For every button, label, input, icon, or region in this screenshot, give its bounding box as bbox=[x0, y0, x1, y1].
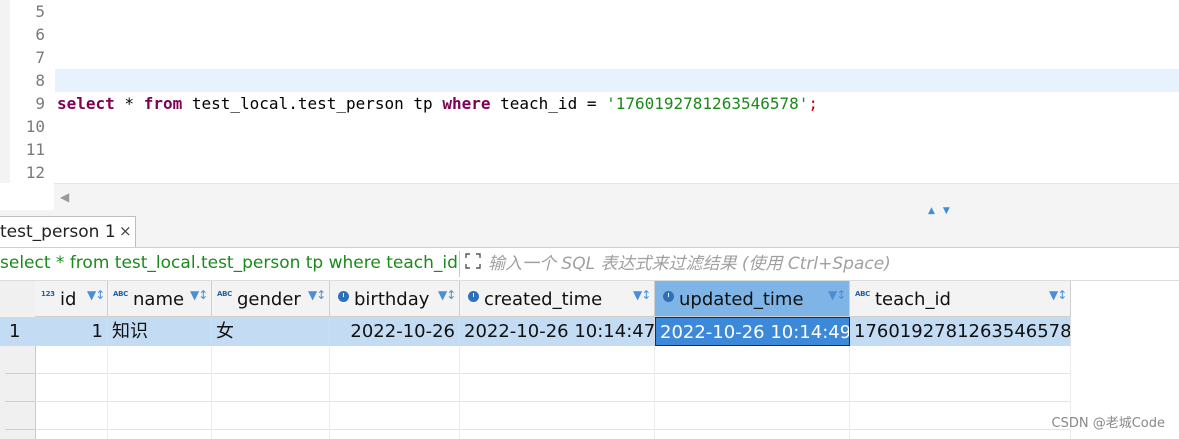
sql-star: * bbox=[114, 94, 144, 113]
horizontal-scrollbar[interactable]: ◀ bbox=[54, 183, 1179, 210]
expand-editor-icon[interactable] bbox=[464, 252, 482, 270]
column-header-label: created_time bbox=[484, 289, 603, 310]
line-number: 6 bbox=[35, 25, 45, 44]
filter-sort-icon[interactable]: ▼↕ bbox=[438, 288, 456, 302]
sql-table-name: test_local.test_person tp bbox=[182, 94, 443, 113]
column-gridline bbox=[211, 346, 212, 439]
row-divider bbox=[5, 401, 35, 402]
tab-label: test_person 1 bbox=[0, 222, 116, 242]
cell-gender[interactable]: 女 bbox=[212, 317, 330, 346]
collapse-arrows-icon[interactable]: ▲▼ bbox=[928, 206, 958, 216]
filter-sort-icon[interactable]: ▼↕ bbox=[87, 288, 105, 302]
watermark: CSDN @老城Code bbox=[1051, 416, 1165, 431]
tab-test-person-1[interactable]: test_person 1 × bbox=[0, 216, 136, 247]
filter-bar: select * from test_local.test_person tp … bbox=[0, 248, 1179, 281]
row-number-column: 1 bbox=[0, 281, 36, 439]
sql-string-literal: '1760192781263546578' bbox=[606, 94, 809, 113]
cell-name[interactable]: 知识 bbox=[108, 317, 212, 346]
results-tab-bar: test_person 1 × bbox=[0, 216, 1179, 248]
filter-sort-icon[interactable]: ▼↕ bbox=[1049, 288, 1067, 302]
filter-sort-icon[interactable]: ▼↕ bbox=[190, 288, 208, 302]
line-number: 9 bbox=[35, 94, 45, 113]
scroll-left-arrow-icon[interactable]: ◀ bbox=[60, 190, 69, 204]
column-header-label: id bbox=[60, 289, 77, 310]
column-header-name[interactable]: ABC name ▼↕ bbox=[108, 281, 212, 317]
column-header-label: gender bbox=[237, 289, 301, 310]
column-header-label: birthday bbox=[354, 289, 430, 310]
column-gridline bbox=[107, 346, 108, 439]
row-number[interactable]: 1 bbox=[9, 317, 20, 346]
column-header-gender[interactable]: ABC gender ▼↕ bbox=[212, 281, 330, 317]
editor-gutter bbox=[0, 0, 10, 183]
text-type-icon: ABC bbox=[217, 290, 232, 298]
query-preview: select * from test_local.test_person tp … bbox=[0, 253, 458, 273]
line-number: 12 bbox=[25, 163, 45, 182]
cell-updated-time[interactable]: 2022-10-26 10:14:49 bbox=[655, 317, 850, 346]
line-number: 10 bbox=[25, 117, 45, 136]
cell-teach-id[interactable]: 1760192781263546578 bbox=[850, 317, 1071, 346]
text-type-icon: ABC bbox=[855, 290, 870, 298]
sql-semicolon: ; bbox=[808, 94, 819, 113]
empty-row-line bbox=[35, 429, 1071, 430]
clock-icon bbox=[663, 291, 674, 302]
close-icon[interactable]: × bbox=[119, 222, 132, 240]
column-header-birthday[interactable]: birthday ▼↕ bbox=[330, 281, 460, 317]
filter-sort-icon[interactable]: ▼↕ bbox=[308, 288, 326, 302]
sql-editor[interactable]: 5 6 7 8 9 10 11 12 select * from test_lo… bbox=[0, 0, 1179, 210]
column-header-label: updated_time bbox=[679, 289, 804, 310]
column-header-updated-time[interactable]: updated_time ▼↕ bbox=[655, 281, 850, 317]
sql-keyword-select: select bbox=[57, 94, 115, 113]
cell-birthday[interactable]: 2022-10-26 bbox=[330, 317, 460, 346]
empty-row-line bbox=[35, 401, 1071, 402]
clock-icon bbox=[468, 291, 479, 302]
column-header-teach-id[interactable]: ABC teach_id ▼↕ bbox=[850, 281, 1071, 317]
row-divider bbox=[5, 429, 35, 430]
filter-divider bbox=[459, 251, 460, 277]
text-type-icon: ABC bbox=[113, 290, 128, 298]
column-header-created-time[interactable]: created_time ▼↕ bbox=[460, 281, 655, 317]
filter-sort-icon[interactable]: ▼↕ bbox=[828, 288, 846, 302]
column-header-id[interactable]: 123 id ▼↕ bbox=[35, 281, 108, 317]
filter-expression-input[interactable] bbox=[486, 251, 1170, 277]
result-grid[interactable]: 1 123 id ▼↕ ABC name ▼↕ ABC gender ▼↕ bi… bbox=[0, 281, 1179, 439]
sql-statement-line[interactable]: select * from test_local.test_person tp … bbox=[57, 92, 818, 115]
column-gridline bbox=[654, 346, 655, 439]
sql-condition: teach_id = bbox=[490, 94, 607, 113]
sql-keyword-where: where bbox=[442, 94, 491, 113]
row-divider bbox=[5, 373, 35, 374]
numeric-type-icon: 123 bbox=[41, 290, 55, 298]
line-number: 11 bbox=[25, 140, 45, 159]
column-gridline bbox=[849, 346, 850, 439]
line-number: 7 bbox=[35, 48, 45, 67]
column-gridline bbox=[329, 346, 330, 439]
empty-row-line bbox=[35, 373, 1071, 374]
column-gridline bbox=[459, 346, 460, 439]
line-number: 8 bbox=[35, 71, 45, 90]
line-number: 5 bbox=[35, 2, 45, 21]
sql-keyword-from: from bbox=[143, 94, 183, 113]
filter-sort-icon[interactable]: ▼↕ bbox=[633, 288, 651, 302]
column-header-label: name bbox=[133, 289, 185, 310]
clock-icon bbox=[338, 291, 349, 302]
cell-id[interactable]: 1 bbox=[35, 317, 108, 346]
column-header-label: teach_id bbox=[875, 289, 951, 310]
cell-created-time[interactable]: 2022-10-26 10:14:47 bbox=[460, 317, 655, 346]
current-line-highlight bbox=[55, 69, 1179, 92]
